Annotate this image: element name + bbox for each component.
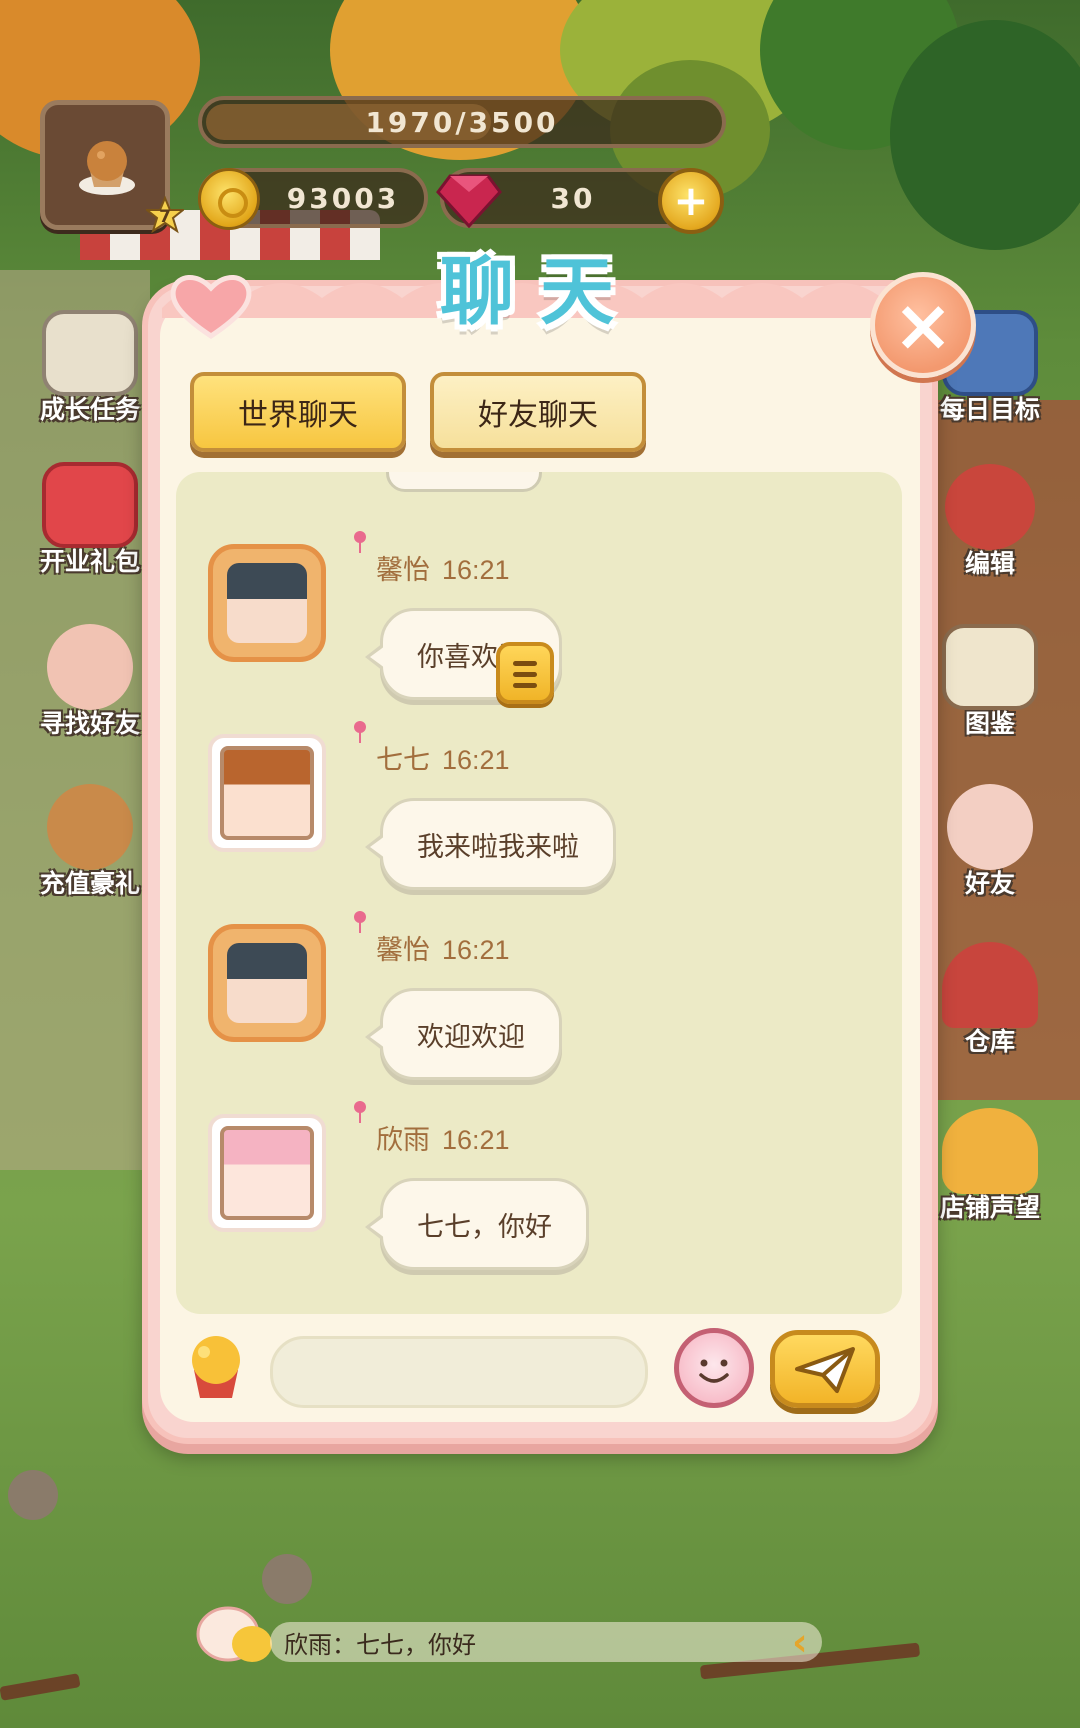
exp-value: 1970/3500 [365,105,559,139]
toast-girl-avatar[interactable] [208,544,326,662]
avatar-face [220,1126,314,1220]
find-friend-icon [47,624,133,710]
close-button[interactable]: × [870,272,976,378]
brown-hair-girl-avatar[interactable] [208,734,326,852]
side-menu-collection[interactable]: 图鉴 [930,624,1050,740]
gem-value: 30 [550,181,596,215]
side-menu-recharge-gift[interactable]: 充值豪礼 [30,784,150,900]
heart-icon [170,275,252,340]
gift-icon [42,462,138,548]
side-menu-warehouse[interactable]: 仓库 [930,942,1050,1058]
chat-bubble-icon[interactable] [194,1600,278,1672]
chat-input[interactable] [270,1336,648,1408]
chat-message: 欣雨 16:21 七七，你好 [176,1058,902,1270]
message-time: 16:21 [442,555,510,585]
side-menu-friends[interactable]: 好友 [930,784,1050,900]
friends-icon [947,784,1033,870]
level-value: 7 [159,206,171,227]
add-gems-button[interactable]: + [658,168,724,234]
side-menu-growth-tasks[interactable]: 成长任务 [30,310,150,426]
toast-girl-avatar[interactable] [208,924,326,1042]
message-meta: 欣雨 16:21 [376,1118,510,1157]
message-time: 16:21 [442,745,510,775]
sender-name: 馨怡 [376,555,430,585]
close-icon: × [892,283,954,367]
chat-message: 馨怡 16:21 欢迎欢迎 [176,868,902,1080]
reputation-muffin-icon [942,1108,1038,1194]
message-meta: 七七 16:21 [376,738,510,777]
exp-bar: 1970/3500 [198,96,726,148]
avatar-face [227,563,307,643]
ticker-text: 欣雨：七七，你好 [284,1631,476,1659]
message-list[interactable]: 馨怡 16:21 你喜欢谁 七七 16:21 我来啦我来啦 馨怡 16:21 欢迎欢迎 [176,472,902,1314]
message-meta: 馨怡 16:21 [376,928,510,967]
gem-icon [436,174,502,228]
avatar-face [220,746,314,840]
muffin-button[interactable] [176,1326,256,1406]
sender-name: 欣雨 [376,1125,430,1155]
gold-value: 93003 [286,181,400,215]
pin-icon [354,531,366,553]
emoji-button[interactable] [674,1328,754,1408]
task-list-icon [42,310,138,396]
coin-icon [198,168,260,230]
sender-name: 馨怡 [376,935,430,965]
hammer-icon [945,464,1035,550]
message-time: 16:21 [442,1125,510,1155]
sender-name: 七七 [376,745,430,775]
pin-icon [354,721,366,743]
side-menu-find-friends[interactable]: 寻找好友 [30,624,150,740]
muffin-icon [79,141,135,195]
chat-ticker[interactable]: 欣雨：七七，你好 [270,1622,822,1662]
recharge-girl-icon [47,784,133,870]
tab-friend-chat[interactable]: 好友聊天 [430,372,646,452]
send-button[interactable] [770,1330,880,1408]
level-badge: 7 [144,195,186,234]
smiley-icon [699,1359,729,1383]
tab-world-chat[interactable]: 世界聊天 [190,372,406,452]
side-menu-opening-gift[interactable]: 开业礼包 [30,462,150,578]
chat-message: 七七 16:21 我来啦我来啦 [176,678,902,890]
message-time: 16:21 [442,935,510,965]
side-menu-edit[interactable]: 编辑 [930,464,1050,580]
message-meta: 馨怡 16:21 [376,548,510,587]
pin-icon [354,1101,366,1123]
avatar-face [227,943,307,1023]
side-menu-shop-reputation[interactable]: 店铺声望 [930,1108,1050,1224]
chevron-left-icon[interactable]: ‹ [792,1622,824,1662]
pin-icon [354,911,366,933]
book-icon [942,624,1038,710]
message-bubble: 七七，你好 [365,1178,589,1270]
pink-cat-girl-avatar[interactable] [208,1114,326,1232]
paper-plane-icon [795,1347,855,1393]
chat-title: 聊天 [440,249,640,335]
warehouse-icon [942,942,1038,1028]
